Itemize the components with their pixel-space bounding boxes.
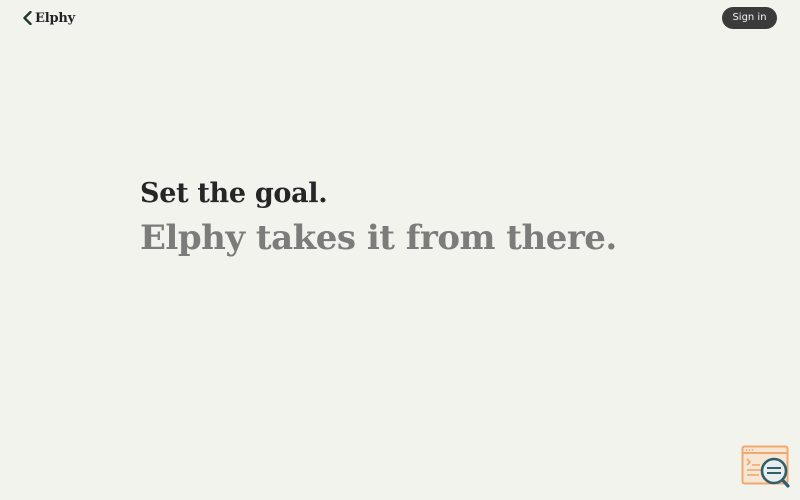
- hero-headline: Set the goal.: [140, 178, 328, 209]
- chevron-left-icon: [23, 11, 32, 25]
- hero-subheadline: Elphy takes it from there.: [140, 218, 617, 258]
- sign-in-button[interactable]: Sign in: [722, 7, 777, 29]
- support-widget[interactable]: [741, 445, 791, 489]
- page: Elphy Sign in Set the goal. Elphy takes …: [0, 0, 800, 500]
- hero-section: Set the goal. Elphy takes it from there.: [140, 176, 700, 260]
- logo-text: Elphy: [35, 10, 75, 26]
- logo-link[interactable]: Elphy: [22, 8, 75, 28]
- top-bar: Elphy Sign in: [0, 0, 800, 36]
- search-document-icon: [741, 445, 790, 488]
